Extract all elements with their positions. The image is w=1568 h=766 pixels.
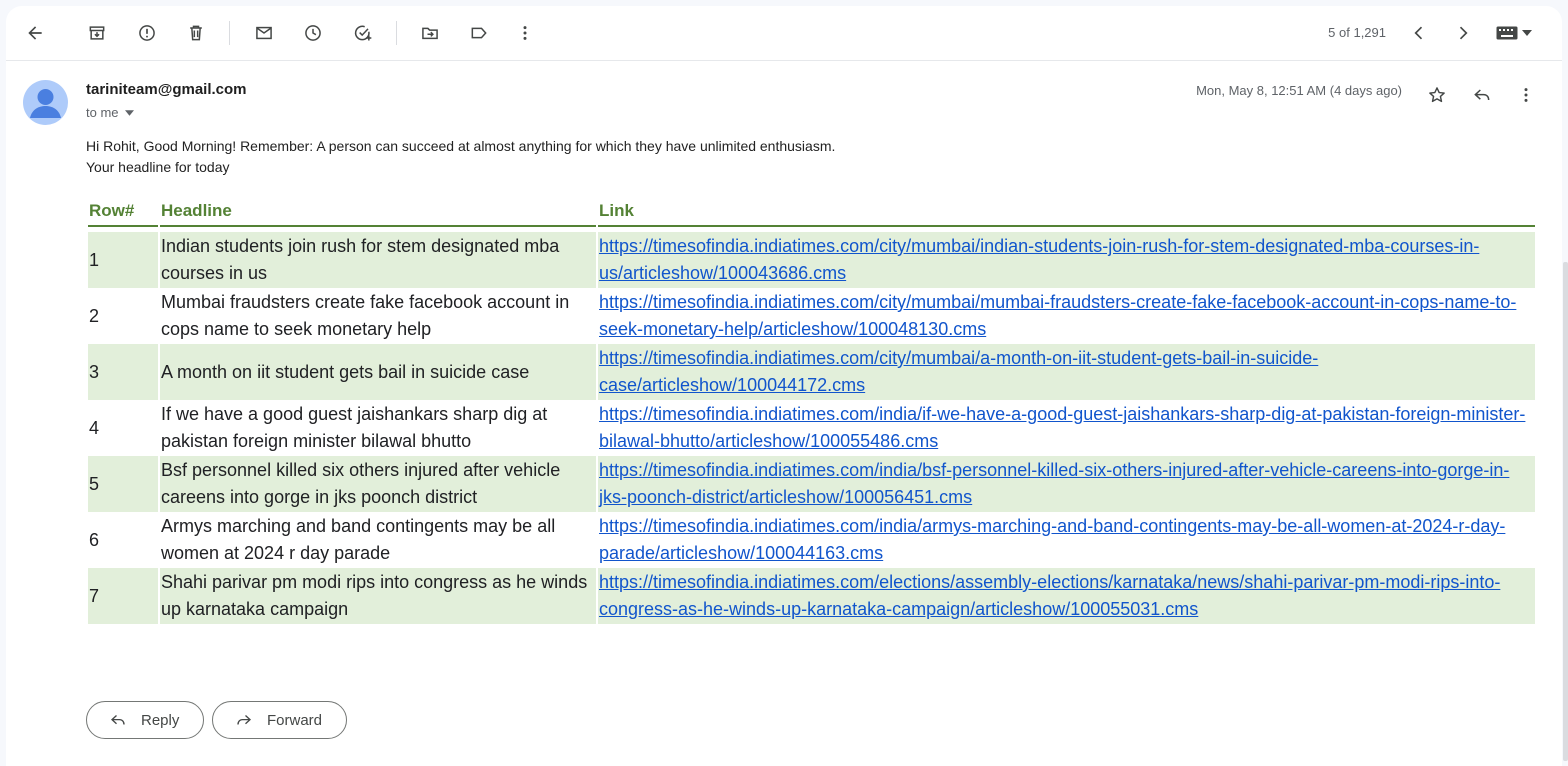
delete-button[interactable] (176, 13, 216, 53)
headlines-table: Row# Headline Link 1 Indian students joi… (86, 197, 1537, 624)
article-link[interactable]: https://timesofindia.indiatimes.com/city… (599, 292, 1516, 339)
link-cell: https://timesofindia.indiatimes.com/city… (598, 344, 1535, 400)
caret-down-icon (1522, 30, 1532, 36)
table-row: 4 If we have a good guest jaishankars sh… (88, 400, 1535, 456)
reply-icon-button[interactable] (1464, 77, 1500, 113)
reply-icon (1474, 89, 1490, 101)
link-cell: https://timesofindia.indiatimes.com/indi… (598, 512, 1535, 568)
chevron-left-icon (1414, 26, 1423, 40)
report-spam-icon (139, 25, 155, 41)
row-number: 7 (88, 568, 158, 624)
headline-cell: If we have a good guest jaishankars shar… (161, 404, 548, 451)
column-header-row: Row# (88, 197, 158, 227)
report-spam-button[interactable] (127, 13, 167, 53)
intro-text: Your headline for today (86, 159, 230, 175)
article-link[interactable]: https://timesofindia.indiatimes.com/elec… (599, 572, 1500, 619)
add-task-button[interactable] (343, 13, 383, 53)
more-vert-icon (1524, 88, 1528, 102)
caret-down-icon (124, 109, 134, 116)
row-number: 6 (89, 529, 100, 550)
archive-button[interactable] (77, 13, 117, 53)
reply-icon (111, 715, 125, 725)
message-date: Mon, May 8, 12:51 AM (4 days ago) (1196, 83, 1402, 98)
label-icon (471, 27, 487, 39)
row-number: 4 (89, 417, 100, 438)
archive-icon (89, 26, 105, 40)
pager-count: 5 of 1,291 (1328, 25, 1386, 40)
link-cell: https://timesofindia.indiatimes.com/city… (598, 232, 1535, 288)
recipient-details[interactable]: to me (86, 105, 134, 120)
add-task-icon (354, 25, 372, 41)
article-link[interactable]: https://timesofindia.indiatimes.com/indi… (599, 460, 1509, 507)
person-icon (30, 89, 61, 118)
table-row: 1 Indian students join rush for stem des… (88, 232, 1535, 288)
headline-cell: Bsf personnel killed six others injured … (160, 456, 596, 512)
forward-button[interactable]: Forward (212, 701, 348, 739)
snooze-icon (305, 25, 321, 41)
table-header-row: Row# Headline Link (88, 197, 1535, 227)
headline-cell: A month on iit student gets bail in suic… (160, 344, 596, 400)
back-button[interactable] (15, 13, 55, 53)
forward-icon (237, 715, 251, 725)
row-number: 1 (88, 232, 158, 288)
message-toolbar: 5 of 1,291 (6, 6, 1562, 61)
table-row: 3 A month on iit student gets bail in su… (88, 344, 1535, 400)
table-row: 2 Mumbai fraudsters create fake facebook… (88, 288, 1535, 344)
toolbar-divider (396, 21, 397, 45)
label-button[interactable] (459, 13, 499, 53)
scrollbar[interactable] (1563, 262, 1568, 761)
more-vert-icon (523, 26, 527, 40)
star-icon (1429, 87, 1445, 103)
newer-button[interactable] (1399, 13, 1439, 53)
table-row: 7 Shahi parivar pm modi rips into congre… (88, 568, 1535, 624)
snooze-button[interactable] (293, 13, 333, 53)
star-button[interactable] (1419, 77, 1455, 113)
older-button[interactable] (1443, 13, 1483, 53)
headline-cell: Armys marching and band contingents may … (161, 516, 556, 563)
reply-label: Reply (141, 711, 180, 729)
back-icon (28, 26, 42, 40)
table-row: 5 Bsf personnel killed six others injure… (88, 456, 1535, 512)
headline-cell: Indian students join rush for stem desig… (160, 232, 596, 288)
move-to-button[interactable] (410, 13, 450, 53)
headline-cell: Shahi parivar pm modi rips into congress… (160, 568, 596, 624)
mark-unread-button[interactable] (244, 13, 284, 53)
message-more-button[interactable] (1508, 77, 1544, 113)
message-body: Hi Rohit, Good Morning! Remember: A pers… (86, 136, 835, 178)
row-number: 3 (88, 344, 158, 400)
reply-button[interactable]: Reply (86, 701, 205, 739)
table-row: 6 Armys marching and band contingents ma… (88, 512, 1535, 568)
article-link[interactable]: https://timesofindia.indiatimes.com/indi… (599, 404, 1525, 451)
link-cell: https://timesofindia.indiatimes.com/elec… (598, 568, 1535, 624)
article-link[interactable]: https://timesofindia.indiatimes.com/city… (599, 348, 1318, 395)
more-options-button[interactable] (505, 13, 545, 53)
link-cell: https://timesofindia.indiatimes.com/indi… (598, 400, 1535, 456)
greeting-text: Hi Rohit, Good Morning! Remember: A pers… (86, 138, 836, 154)
column-header-headline: Headline (160, 197, 596, 227)
sender-email[interactable]: tariniteam@gmail.com (86, 81, 247, 98)
keyboard-icon (1496, 26, 1518, 40)
forward-label: Forward (267, 711, 323, 729)
delete-icon (190, 25, 202, 41)
headline-cell: Mumbai fraudsters create fake facebook a… (161, 292, 570, 339)
message-panel: 5 of 1,291 tariniteam@gmail.com to me Mo… (6, 6, 1562, 766)
article-link[interactable]: https://timesofindia.indiatimes.com/city… (599, 236, 1479, 283)
row-number: 2 (89, 305, 100, 326)
column-header-link: Link (598, 197, 1535, 227)
move-to-icon (422, 27, 438, 40)
recipient-label: to me (86, 105, 119, 120)
chevron-right-icon (1459, 26, 1468, 40)
link-cell: https://timesofindia.indiatimes.com/city… (598, 288, 1535, 344)
link-cell: https://timesofindia.indiatimes.com/indi… (598, 456, 1535, 512)
row-number: 5 (88, 456, 158, 512)
toolbar-divider (229, 21, 230, 45)
article-link[interactable]: https://timesofindia.indiatimes.com/indi… (599, 516, 1505, 563)
input-tools-button[interactable] (1492, 16, 1536, 50)
mark-unread-icon (256, 26, 272, 40)
avatar[interactable] (23, 80, 68, 125)
